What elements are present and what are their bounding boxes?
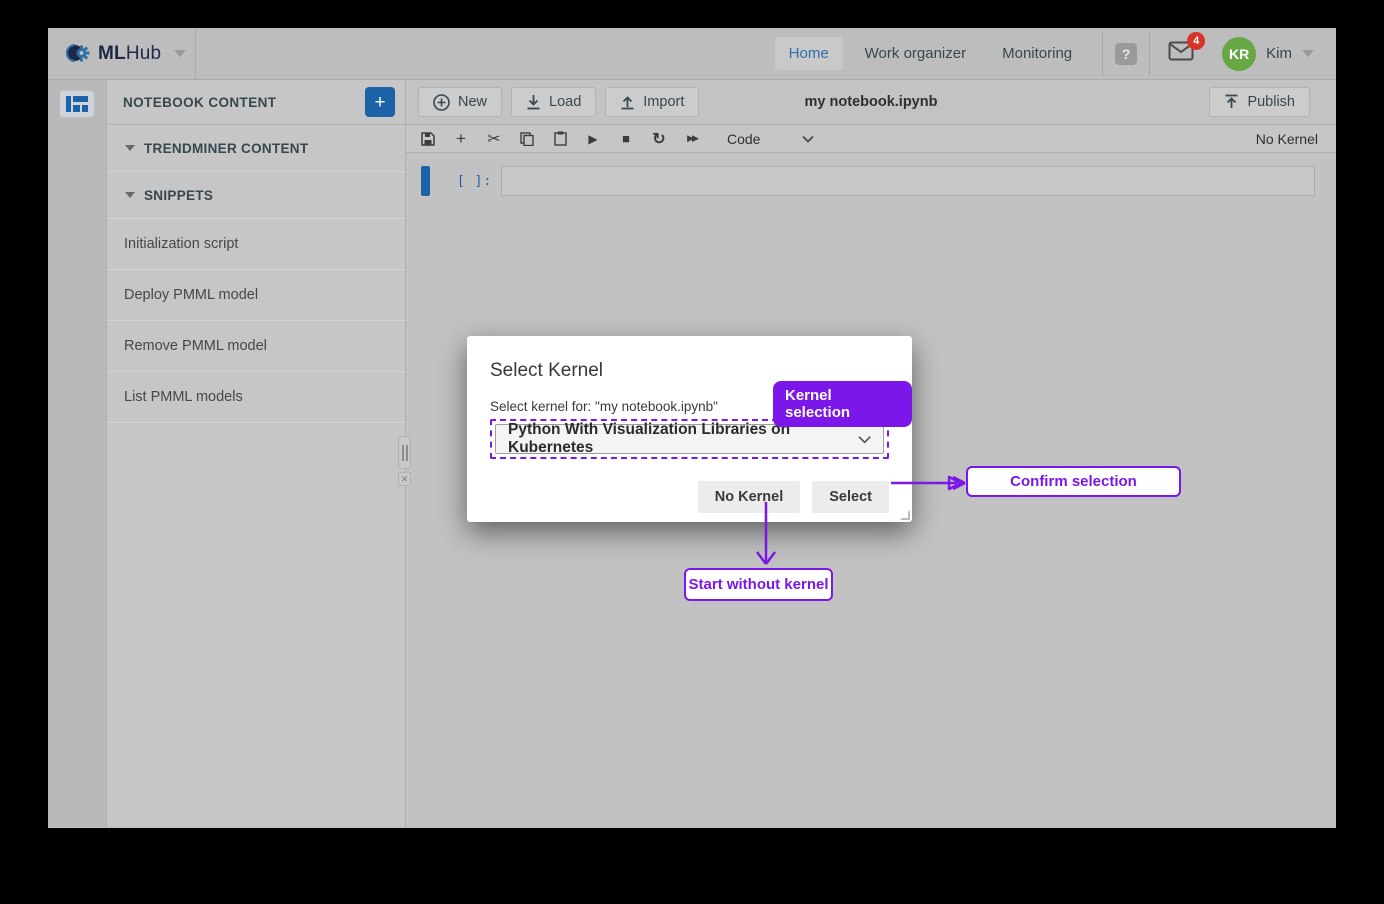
- dialog-title: Select Kernel: [490, 360, 604, 381]
- group-label: SNIPPETS: [144, 187, 214, 203]
- divider: [1102, 31, 1104, 76]
- layout-panels-icon: [66, 96, 88, 112]
- upload-icon: [621, 96, 634, 110]
- kernel-status: No Kernel: [1255, 130, 1318, 147]
- mlhub-app-window: MLHub Home Work organizer Monitoring ? 4…: [48, 28, 1336, 828]
- select-kernel-dialog: Select Kernel Select kernel for: "my not…: [467, 336, 912, 522]
- new-button[interactable]: New: [418, 87, 503, 117]
- notebook-title: my notebook.ipynb: [804, 94, 938, 110]
- splitter-grip-handle[interactable]: [398, 436, 411, 469]
- chevron-down-icon: [125, 145, 135, 151]
- divider: [1149, 31, 1151, 76]
- nav-home[interactable]: Home: [774, 37, 843, 70]
- chevron-down-icon: [858, 435, 871, 444]
- user-name[interactable]: Kim: [1266, 45, 1292, 62]
- start-without-kernel-arrow: [756, 502, 776, 565]
- brand-chevron-down-icon[interactable]: [174, 50, 187, 57]
- cell-prompt: [ ]:: [457, 174, 493, 189]
- import-label: Import: [643, 94, 685, 110]
- add-cell-icon[interactable]: +: [453, 129, 469, 148]
- nav-monitoring[interactable]: Monitoring: [988, 37, 1086, 70]
- save-icon[interactable]: [420, 131, 436, 147]
- add-notebook-button[interactable]: +: [365, 87, 395, 117]
- import-button[interactable]: Import: [605, 87, 700, 117]
- top-bar: MLHub Home Work organizer Monitoring ? 4…: [48, 28, 1336, 80]
- plus-circle-icon: [433, 93, 450, 111]
- left-icon-strip: [48, 80, 107, 827]
- notebook-file-toolbar: New Load Import my notebook.ipynb Publis…: [406, 80, 1336, 125]
- fast-forward-icon[interactable]: ▶▶: [684, 131, 700, 147]
- sidebar-splitter: ✕: [398, 436, 411, 486]
- sidebar-title: NOTEBOOK CONTENT: [123, 94, 277, 110]
- panel-layout-button[interactable]: [59, 90, 95, 118]
- splitter-close-icon[interactable]: ✕: [398, 472, 411, 486]
- user-chevron-down-icon[interactable]: [1302, 50, 1314, 57]
- group-label: TRENDMINER CONTENT: [144, 140, 309, 156]
- load-button[interactable]: Load: [511, 87, 597, 117]
- publish-button[interactable]: Publish: [1209, 87, 1310, 117]
- code-cell-input[interactable]: [501, 166, 1315, 196]
- brand-name: MLHub: [98, 42, 162, 64]
- chevron-down-icon: [802, 135, 815, 143]
- download-icon: [527, 95, 540, 110]
- kernel-selection-annotation-badge: Kernel selection: [773, 381, 912, 427]
- run-icon[interactable]: ▶: [585, 131, 601, 147]
- snippet-initialization-script[interactable]: Initialization script: [107, 219, 405, 270]
- top-nav: Home Work organizer Monitoring ? 4 KR Ki…: [771, 28, 1336, 79]
- avatar[interactable]: KR: [1222, 36, 1257, 71]
- group-trendminer-content[interactable]: TRENDMINER CONTENT: [107, 125, 405, 172]
- publish-icon: [1225, 94, 1238, 108]
- notebook-content-sidebar: NOTEBOOK CONTENT + TRENDMINER CONTENT SN…: [107, 80, 406, 827]
- cell-type-select[interactable]: Code: [727, 130, 815, 147]
- restart-icon[interactable]: ↻: [651, 131, 667, 148]
- group-snippets[interactable]: SNIPPETS: [107, 172, 405, 219]
- load-label: Load: [549, 94, 582, 110]
- notebook-cell-toolbar: + ✂ ▶ ■ ↻ ▶▶ Code No Kernel: [406, 125, 1336, 153]
- dialog-buttons: No Kernel Select: [490, 481, 889, 513]
- paste-icon[interactable]: [552, 131, 568, 147]
- new-label: New: [458, 94, 488, 110]
- publish-label: Publish: [1247, 94, 1295, 110]
- kernel-dropdown[interactable]: Python With Visualization Libraries on K…: [495, 421, 884, 456]
- dialog-resize-handle[interactable]: [900, 510, 910, 520]
- notification-count-badge: 4: [1187, 32, 1206, 50]
- help-icon[interactable]: ?: [1115, 42, 1138, 65]
- selected-cell-indicator: [421, 166, 430, 196]
- confirm-selection-annotation: Confirm selection: [966, 466, 1181, 497]
- notifications-button[interactable]: 4: [1168, 32, 1206, 66]
- brand[interactable]: MLHub: [48, 28, 196, 79]
- cut-icon[interactable]: ✂: [486, 131, 502, 148]
- start-without-kernel-annotation: Start without kernel: [684, 568, 833, 601]
- snippet-remove-pmml-model[interactable]: Remove PMML model: [107, 321, 405, 372]
- copy-icon[interactable]: [519, 131, 535, 147]
- sidebar-header: NOTEBOOK CONTENT +: [107, 80, 405, 125]
- chevron-down-icon: [125, 192, 135, 198]
- mlhub-logo-icon: [65, 44, 90, 62]
- select-button[interactable]: Select: [812, 481, 889, 513]
- cell-type-value: Code: [727, 130, 761, 147]
- no-kernel-button[interactable]: No Kernel: [697, 481, 801, 513]
- snippet-deploy-pmml-model[interactable]: Deploy PMML model: [107, 270, 405, 321]
- nav-work-organizer[interactable]: Work organizer: [851, 37, 980, 70]
- confirm-selection-arrow: [891, 475, 966, 491]
- snippet-list-pmml-models[interactable]: List PMML models: [107, 372, 405, 423]
- stop-icon[interactable]: ■: [618, 131, 634, 147]
